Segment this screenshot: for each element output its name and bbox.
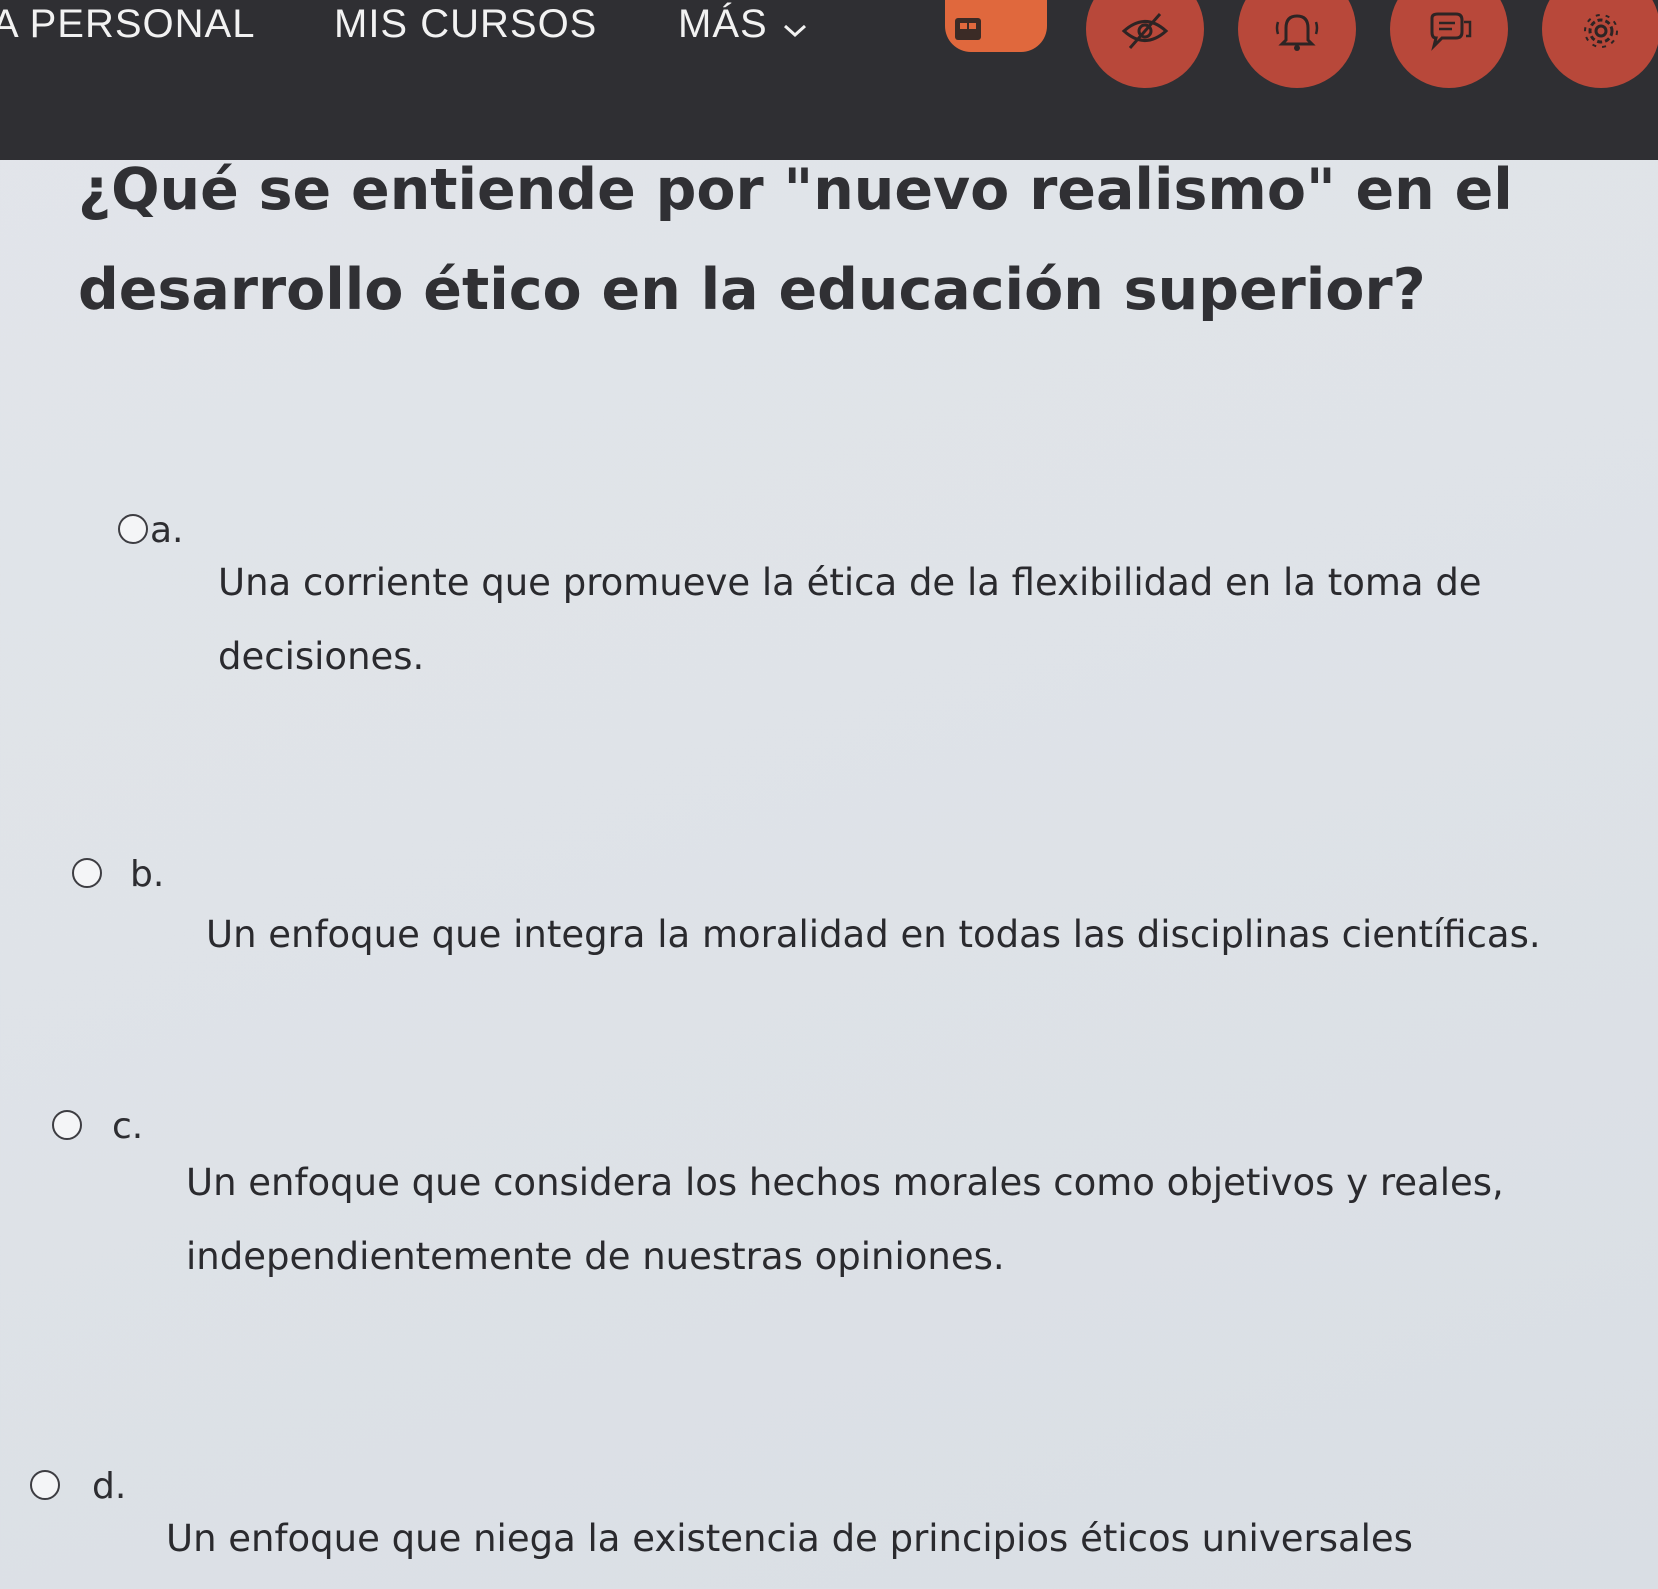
nav-item-personal[interactable]: A PERSONAL	[0, 2, 255, 47]
option-text-a: Una corriente que promueve la ética de l…	[218, 561, 1482, 678]
radio-button-b[interactable]	[72, 858, 102, 888]
hide-content-button[interactable]	[1086, 0, 1204, 88]
answer-option-a[interactable]: a. Una corriente que promueve la ética d…	[0, 500, 1658, 720]
visibility-toggle-button[interactable]	[945, 0, 1047, 52]
nav-item-mas[interactable]: MÁS	[678, 2, 808, 49]
question-text: ¿Qué se entiende por "nuevo realismo" en…	[78, 157, 1513, 323]
option-letter-d: d.	[92, 1466, 127, 1507]
notifications-button[interactable]	[1238, 0, 1356, 88]
answer-option-c[interactable]: c. Un enfoque que considera los hechos m…	[0, 1100, 1658, 1340]
option-letter-a: a.	[150, 510, 184, 551]
chevron-down-icon	[782, 4, 808, 49]
gear-icon	[1584, 14, 1618, 48]
bell-icon	[1275, 14, 1319, 51]
option-letter-c: c.	[112, 1106, 144, 1147]
option-letter-b: b.	[130, 854, 165, 895]
nav-item-mas-label: MÁS	[678, 2, 768, 46]
answer-option-d[interactable]: d. Un enfoque que niega la existencia de…	[0, 1460, 1658, 1589]
settings-button[interactable]	[1542, 0, 1658, 88]
chat-icon	[1430, 12, 1472, 51]
option-text-b: Un enfoque que integra la moralidad en t…	[206, 913, 1541, 956]
nav-item-mis-cursos[interactable]: MIS CURSOS	[334, 2, 597, 47]
messages-button[interactable]	[1390, 0, 1508, 88]
radio-button-d[interactable]	[30, 1470, 60, 1500]
option-text-c: Un enfoque que considera los hechos mora…	[186, 1161, 1504, 1278]
radio-button-c[interactable]	[52, 1110, 82, 1140]
option-text-d: Un enfoque que niega la existencia de pr…	[166, 1517, 1413, 1560]
top-navigation-bar: A PERSONAL MIS CURSOS MÁS	[0, 0, 1658, 160]
visibility-toggle-icon	[955, 18, 981, 40]
radio-button-a[interactable]	[118, 514, 148, 544]
answer-option-b[interactable]: b. Un enfoque que integra la moralidad e…	[0, 846, 1658, 976]
eye-slash-icon	[1121, 13, 1169, 49]
